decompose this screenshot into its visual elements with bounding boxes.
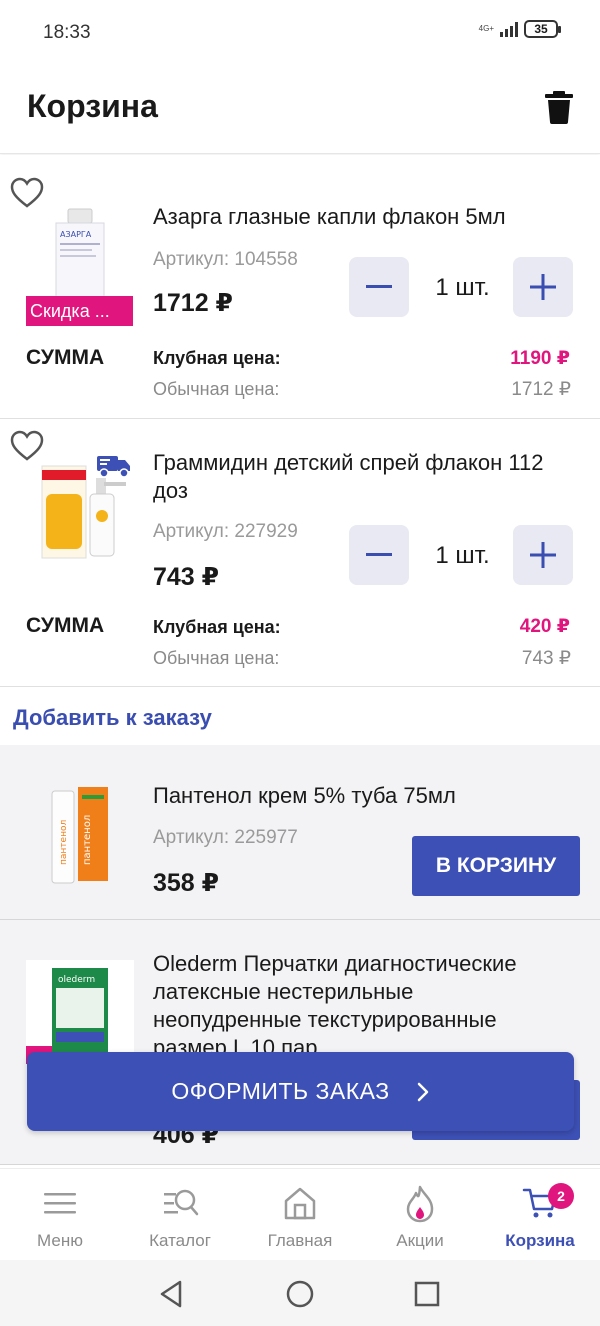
checkout-button[interactable]: ОФОРМИТЬ ЗАКАЗ	[27, 1052, 574, 1131]
status-icons: 4G+ 35	[478, 20, 561, 38]
checkout-label: ОФОРМИТЬ ЗАКАЗ	[171, 1078, 390, 1104]
svg-text:пантенол: пантенол	[82, 815, 93, 865]
home-icon	[284, 1187, 316, 1220]
product-name[interactable]: Азарга глазные капли флакон 5мл	[153, 203, 573, 231]
cart-item: АЗАРГА Скидка ... Азарга глазные капли ф…	[0, 155, 600, 419]
nav-cart[interactable]: 2 Корзина	[480, 1169, 600, 1261]
discount-badge: Скидка ...	[26, 296, 133, 326]
product-image[interactable]: пантенол пантенол	[48, 785, 112, 889]
regular-price: 743 ₽	[521, 648, 571, 669]
cart-count-badge: 2	[548, 1183, 574, 1209]
status-time: 18:33	[43, 22, 91, 43]
product-price: 358 ₽	[153, 869, 220, 897]
quantity-value: 1 шт.	[435, 542, 490, 569]
product-article: Артикул: 104558	[153, 249, 298, 270]
menu-icon	[44, 1193, 76, 1214]
increase-quantity-button[interactable]	[513, 257, 573, 317]
quantity-value: 1 шт.	[435, 274, 490, 301]
network-type: 4G+	[478, 24, 494, 33]
battery-icon: 35	[524, 20, 561, 38]
nav-label: Главная	[267, 1231, 333, 1250]
page-title: Корзина	[27, 88, 158, 124]
nav-label: Меню	[37, 1231, 83, 1250]
nav-catalog[interactable]: Каталог	[120, 1169, 240, 1261]
product-image[interactable]: olederm	[26, 960, 134, 1064]
home-circle-icon[interactable]	[286, 1280, 314, 1308]
flame-icon	[406, 1185, 434, 1223]
product-article: Артикул: 225977	[153, 827, 298, 848]
plus-icon	[530, 274, 556, 300]
nav-label: Корзина	[505, 1231, 575, 1250]
svg-text:olederm: olederm	[58, 975, 95, 985]
regular-price-label: Обычная цена:	[153, 379, 280, 399]
nav-label: Каталог	[149, 1231, 211, 1250]
club-price: 420 ₽	[519, 616, 570, 637]
product-name[interactable]: Olederm Перчатки диагностические латексн…	[153, 950, 563, 1062]
add-to-cart-button[interactable]: В КОРЗИНУ	[412, 836, 580, 896]
svg-text:АЗАРГА: АЗАРГА	[60, 230, 92, 239]
heart-icon[interactable]	[10, 177, 44, 209]
signal-icon	[500, 21, 518, 37]
decrease-quantity-button[interactable]	[349, 525, 409, 585]
svg-text:пантенол: пантенол	[59, 820, 69, 865]
regular-price: 1712 ₽	[511, 379, 571, 400]
product-article: Артикул: 227929	[153, 521, 298, 542]
back-icon[interactable]	[158, 1280, 184, 1308]
minus-icon	[366, 553, 392, 556]
club-price: 1190 ₽	[510, 348, 570, 369]
plus-icon	[530, 542, 556, 568]
sum-label: СУММА	[26, 346, 105, 369]
product-name[interactable]: Пантенол крем 5% туба 75мл	[153, 782, 573, 810]
product-name[interactable]: Граммидин детский спрей флакон 112 доз	[153, 449, 573, 505]
recent-apps-icon[interactable]	[414, 1281, 440, 1307]
decrease-quantity-button[interactable]	[349, 257, 409, 317]
add-to-order-title: Добавить к заказу	[13, 705, 212, 730]
upsell-item: пантенол пантенол Пантенол крем 5% туба …	[0, 745, 600, 920]
system-navigation-bar	[0, 1260, 600, 1326]
nav-promotions[interactable]: Акции	[360, 1169, 480, 1261]
club-price-label: Клубная цена:	[153, 348, 281, 368]
product-price: 1712 ₽	[153, 289, 233, 317]
cart-item: Граммидин детский спрей флакон 112 доз А…	[0, 419, 600, 687]
regular-price-label: Обычная цена:	[153, 648, 280, 668]
catalog-search-icon	[164, 1189, 199, 1216]
sum-label: СУММА	[26, 614, 105, 637]
nav-home[interactable]: Главная	[240, 1169, 360, 1261]
chevron-right-icon	[417, 1082, 428, 1101]
heart-icon[interactable]	[10, 430, 44, 462]
nav-label: Акции	[396, 1231, 444, 1250]
club-price-label: Клубная цена:	[153, 617, 281, 637]
battery-level: 35	[534, 22, 548, 36]
increase-quantity-button[interactable]	[513, 525, 573, 585]
product-price: 743 ₽	[153, 563, 220, 591]
bottom-navigation: Меню Каталог Главная Акции 2 Корзина	[0, 1168, 600, 1260]
app-header: Корзина	[0, 66, 600, 154]
nav-menu[interactable]: Меню	[0, 1169, 120, 1261]
status-bar: 18:33 4G+ 35	[0, 0, 600, 66]
product-image[interactable]	[40, 464, 130, 560]
trash-icon[interactable]	[544, 90, 574, 124]
minus-icon	[366, 285, 392, 288]
